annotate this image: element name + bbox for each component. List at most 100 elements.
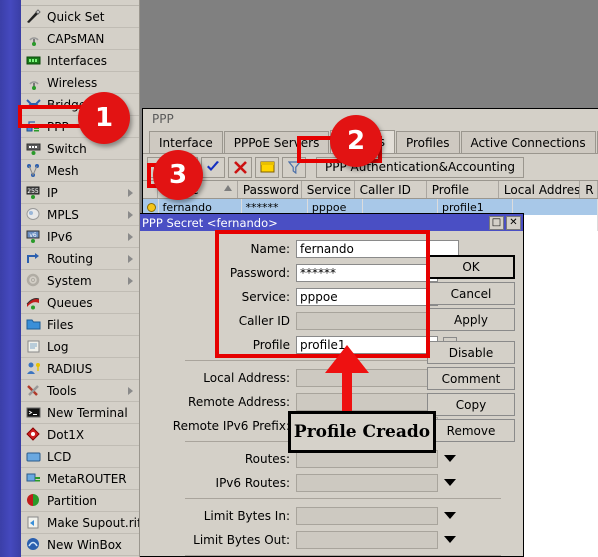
winbox-icon (25, 537, 42, 552)
sidebar-item-label: IPv6 (47, 229, 73, 244)
switch-icon (25, 141, 42, 156)
label-service: Service: (241, 289, 290, 304)
sidebar-item-wireless[interactable]: Wireless (21, 72, 139, 94)
tab-active-connections[interactable]: Active Connections (460, 131, 596, 153)
column-header-local-address[interactable]: Local Address (499, 181, 581, 198)
sidebar-item-label: New Terminal (47, 405, 128, 420)
enable-check-button[interactable] (201, 156, 225, 178)
sidebar-item-log[interactable]: Log (21, 336, 139, 358)
sidebar-item-label: Wireless (47, 75, 98, 90)
copy-button[interactable]: Copy (427, 393, 515, 416)
sidebar-item-label: IP (47, 185, 58, 200)
sidebar-item-ipv6[interactable]: v6 IPv6 (21, 226, 139, 248)
sidebar-item-metarouter[interactable]: MetaROUTER (21, 468, 139, 490)
tools-icon (25, 383, 42, 398)
sidebar-item-queues[interactable]: Queues (21, 292, 139, 314)
sidebar-item-partition[interactable]: Partition (21, 490, 139, 512)
service-input[interactable]: pppoe (296, 287, 438, 306)
limit-bytes-in-input[interactable] (296, 506, 438, 525)
button-gap (427, 334, 515, 341)
ipv6-routes-caret-down-icon[interactable] (443, 475, 457, 490)
ipv6-routes-input[interactable] (296, 473, 438, 492)
divider (185, 555, 501, 556)
sidebar-item-system[interactable]: System (21, 270, 139, 292)
filter-button[interactable] (282, 156, 306, 178)
label-limit-bytes-out: Limit Bytes Out: (193, 532, 290, 547)
label-routes: Routes: (244, 451, 290, 466)
sidebar-item-dot1x[interactable]: Dot1X (21, 424, 139, 446)
sidebar-item-mpls[interactable]: MPLS (21, 204, 139, 226)
sidebar-item-label: Make Supout.rif (47, 515, 140, 530)
label-name: Name: (250, 241, 290, 256)
annotation-badge-3: 3 (153, 150, 203, 200)
comment-button[interactable]: Comment (427, 367, 515, 390)
tab-profiles[interactable]: Profiles (395, 131, 460, 153)
label-local-address: Local Address: (203, 370, 290, 385)
sidebar-item-tools[interactable]: Tools (21, 380, 139, 402)
column-header-password[interactable]: Password (238, 181, 302, 198)
password-input[interactable]: ****** (296, 263, 438, 282)
cancel-button[interactable]: Cancel (427, 282, 515, 305)
sidebar-item-ip[interactable]: 255 IP (21, 182, 139, 204)
sidebar-item-label: LCD (47, 449, 72, 464)
annotation-callout-text: Profile Creado (293, 422, 431, 442)
close-icon[interactable]: ✕ (506, 215, 521, 230)
column-header-profile[interactable]: Profile (427, 181, 499, 198)
chevron-right-icon (128, 188, 133, 197)
tab-interface[interactable]: Interface (149, 131, 223, 153)
svg-text:255: 255 (27, 188, 39, 195)
sidebar-item-label: CAPsMAN (47, 31, 105, 46)
sidebar-item-files[interactable]: Files (21, 314, 139, 336)
column-header-caller-id[interactable]: Caller ID (355, 181, 427, 198)
sidebar-item-new-terminal[interactable]: New Terminal (21, 402, 139, 424)
sidebar-item-lcd[interactable]: LCD (21, 446, 139, 468)
sidebar-item-capsman[interactable]: CAPsMAN (21, 28, 139, 50)
column-label: Service (306, 182, 352, 197)
limit-bytes-in-caret-down-icon[interactable] (443, 508, 457, 523)
maximize-icon[interactable]: □ (489, 215, 504, 230)
field-row-limit-bytes-out: Limit Bytes Out: (137, 529, 523, 550)
badge-number: 1 (94, 103, 114, 133)
sidebar-item-label: PPP (47, 119, 69, 134)
label-profile: Profile (252, 337, 290, 352)
sidebar-item-label: MetaROUTER (47, 471, 127, 486)
metarouter-icon (25, 471, 42, 486)
limit-bytes-out-caret-down-icon[interactable] (443, 532, 457, 547)
tab-label: Profiles (405, 135, 450, 150)
system-icon (25, 273, 42, 288)
sidebar-item-interfaces[interactable]: Interfaces (21, 50, 139, 72)
sidebar-item-label: Log (47, 339, 69, 354)
field-row-limit-bytes-in: Limit Bytes In: (137, 505, 523, 526)
disable-button[interactable]: Disable (427, 341, 515, 364)
column-label: Caller ID (359, 182, 411, 197)
desktop-background: PPP Interface PPPoE Servers Secrets Prof… (0, 0, 598, 557)
sidebar-item-radius[interactable]: RADIUS (21, 358, 139, 380)
ok-button[interactable]: OK (427, 255, 515, 279)
disable-cross-button[interactable] (228, 156, 252, 178)
limit-bytes-out-input[interactable] (296, 530, 438, 549)
remove-button[interactable]: Remove (427, 419, 515, 442)
sidebar-item-make-supout-rif[interactable]: Make Supout.rif (21, 512, 139, 534)
ip-icon: 255 (25, 185, 42, 200)
apply-button[interactable]: Apply (427, 308, 515, 331)
tab-pppoe-servers[interactable]: PPPoE Servers (223, 131, 330, 153)
routing-icon (25, 251, 42, 266)
comment-button[interactable] (255, 156, 279, 178)
caller-id-input[interactable] (296, 311, 438, 330)
routes-caret-down-icon[interactable] (443, 451, 457, 466)
sidebar-item-quick-set[interactable]: Quick Set (21, 6, 139, 28)
column-label: Local Address (503, 182, 581, 197)
ppp-secret-title: PPP Secret <fernando> (142, 215, 278, 230)
wand-icon (25, 9, 42, 24)
sidebar-item-routing[interactable]: Routing (21, 248, 139, 270)
sidebar-item-switch[interactable]: Switch (21, 138, 139, 160)
chevron-right-icon (128, 276, 133, 285)
chevron-right-icon (128, 254, 133, 263)
supout-icon (25, 515, 42, 530)
column-header-service[interactable]: Service (302, 181, 355, 198)
winbox-vertical-strip: RouterOS WinBox (0, 0, 21, 557)
sidebar-item-new-winbox[interactable]: New WinBox (21, 534, 139, 556)
column-header-remote-address[interactable]: R (580, 181, 598, 198)
sidebar-item-mesh[interactable]: Mesh (21, 160, 139, 182)
badge-number: 2 (346, 126, 366, 156)
